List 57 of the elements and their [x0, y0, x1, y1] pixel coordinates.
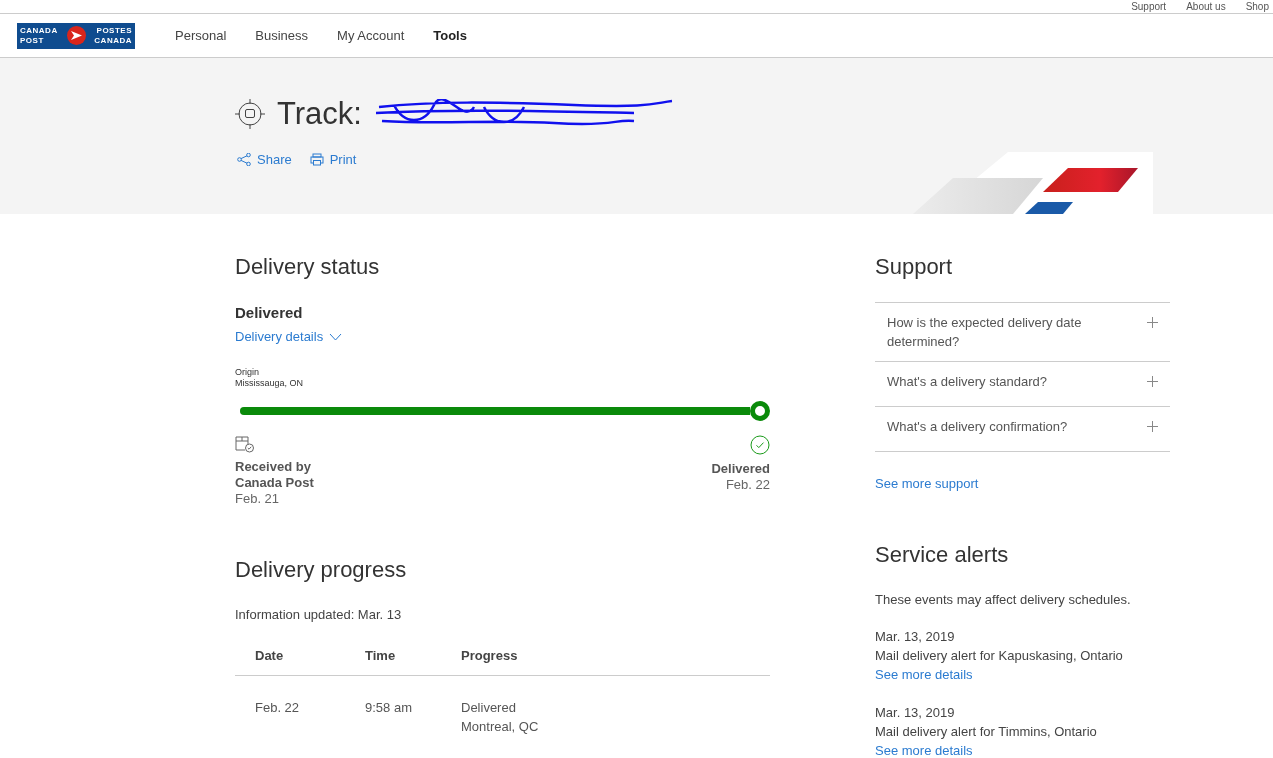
faq-item[interactable]: What's a delivery confirmation?	[875, 407, 1170, 452]
section-heading: Support	[875, 254, 954, 280]
nav-item[interactable]: My Account	[337, 28, 405, 43]
see-more-details-link[interactable]: See more details	[875, 743, 973, 758]
faq-item[interactable]: How is the expected delivery date determined?	[875, 303, 1170, 362]
faq-question: What's a delivery confirmation?	[887, 418, 1069, 436]
progress-text: Delivered	[461, 699, 517, 717]
nav-item[interactable]: Tools	[433, 28, 467, 43]
package-check-icon	[235, 435, 255, 453]
alert-text: Mail delivery alert for Timmins, Ontario	[875, 723, 1098, 741]
printer-icon	[309, 153, 324, 166]
nav-item[interactable]: Personal	[175, 28, 227, 43]
faq-question: How is the expected delivery date determined?	[887, 314, 1083, 351]
see-more-support-link[interactable]: See more support	[875, 476, 979, 491]
crosshair-icon	[235, 99, 265, 129]
column-header: Progress	[461, 648, 519, 663]
alert-date: Mar. 13, 2019	[875, 628, 956, 646]
table-cell-text: 9:58 am	[365, 699, 413, 717]
logo-text: CANADA	[20, 26, 58, 35]
section-heading: Service alerts	[875, 542, 1010, 568]
delivery-details-link[interactable]: Delivery details	[235, 329, 343, 344]
alert-text: Mail delivery alert for Kapuskasing, Ontario	[875, 647, 1124, 665]
origin-city: Mississauga, ON	[235, 378, 305, 389]
logo-text: POSTES	[96, 26, 132, 35]
milestone-date: Feb. 22	[725, 477, 770, 493]
utility-link[interactable]: Shop	[1245, 0, 1269, 13]
utility-link[interactable]: Support	[1131, 0, 1167, 13]
progress-text: Montreal, QC	[461, 718, 540, 736]
faq-question: What's a delivery standard?	[887, 373, 1048, 391]
chevron-down-icon	[329, 332, 343, 341]
alerts-intro: These events may affect delivery schedules.	[875, 591, 1132, 609]
logo-emblem-icon	[66, 26, 86, 45]
faq-item[interactable]: What's a delivery standard?	[875, 362, 1170, 407]
milestone-title: Received by Canada Post	[235, 459, 315, 491]
logo-text: POST	[20, 36, 44, 45]
logo-text: CANADA	[94, 36, 132, 45]
share-icon	[237, 153, 251, 166]
section-heading: Delivery progress	[235, 557, 408, 583]
check-circle-icon	[750, 435, 770, 455]
column-header: Date	[255, 648, 285, 663]
alert-date: Mar. 13, 2019	[875, 704, 956, 722]
milestone-date: Feb. 21	[235, 491, 280, 507]
share-link[interactable]: Share	[237, 152, 292, 167]
track-title: Track:	[277, 96, 362, 132]
logo[interactable]: CANADA POST POSTES CANADA	[17, 22, 135, 49]
progress-end-marker	[750, 401, 770, 421]
column-header: Time	[365, 648, 397, 663]
utility-link[interactable]: About us	[1186, 0, 1226, 13]
section-heading: Delivery status	[235, 254, 381, 280]
updated-note: Information updated: Mar. 13	[235, 607, 403, 622]
delivery-status: Delivered	[235, 304, 304, 321]
origin-label: Origin	[235, 367, 260, 378]
nav-item[interactable]: Business	[255, 28, 309, 43]
table-cell-text: Feb. 22	[255, 699, 301, 717]
see-more-details-link[interactable]: See more details	[875, 667, 973, 682]
milestone-title: Delivered	[710, 461, 770, 477]
print-link[interactable]: Print	[309, 152, 357, 167]
